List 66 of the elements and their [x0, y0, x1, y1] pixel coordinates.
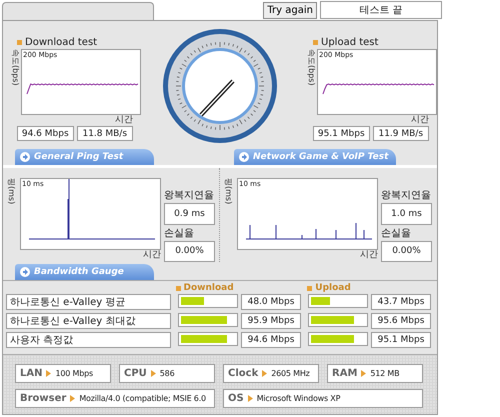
axis-label: 속도(bps) — [11, 49, 21, 88]
status-field: 테스트 끝 — [320, 1, 442, 19]
tab-label: Network Game & VoIP Test — [253, 152, 388, 162]
triangle-icon — [70, 395, 76, 402]
info-label: CPU — [124, 368, 147, 379]
info-label: OS — [228, 393, 244, 404]
column-header: Download — [184, 283, 234, 293]
info-value: 2605 MHz — [271, 369, 310, 378]
section-tab[interactable]: Bandwidth Gauge — [15, 264, 154, 280]
axis-label: 속도(bps) — [307, 49, 317, 88]
info-label: LAN — [20, 368, 42, 379]
bullet-icon — [307, 286, 312, 290]
latency-value: 0.9 ms — [164, 203, 215, 224]
info-value: 586 — [160, 369, 174, 378]
loss-value: 0.00% — [381, 240, 432, 262]
rate-value: 95.1 Mbps — [313, 126, 370, 141]
latency-label: 왕복지연율 — [381, 189, 432, 202]
bandwidth-value: 94.6 Mbps — [241, 332, 301, 348]
latency-value: 1.0 ms — [381, 203, 432, 224]
bandwidth-value: 95.6 Mbps — [371, 313, 431, 329]
bullet-icon — [313, 40, 318, 45]
try-again-button[interactable]: Try again — [263, 2, 317, 19]
row-label: 사용자 측정값 — [6, 332, 171, 348]
bandwidth-value: 95.1 Mbps — [371, 332, 431, 348]
info-label: RAM — [332, 368, 358, 379]
axis-label: 시간 — [411, 115, 429, 126]
column-header: Upload — [315, 283, 351, 293]
tab-label: General Ping Test — [34, 152, 124, 162]
chart-title: Upload test — [321, 37, 378, 48]
arrow-icon — [20, 267, 30, 277]
axis-label: 시간 — [360, 250, 378, 261]
triangle-icon — [248, 395, 253, 402]
info-value: 100 Mbps — [55, 369, 93, 378]
loss-value: 0.00% — [164, 240, 215, 262]
chart-title: Download test — [25, 37, 98, 48]
bandwidth-value: 48.0 Mbps — [241, 294, 301, 310]
triangle-icon — [150, 370, 156, 377]
bytes-value: 11.8 MB/s — [76, 126, 133, 141]
triangle-icon — [361, 370, 366, 377]
bullet-icon — [176, 286, 181, 290]
row-label: 하나로통신 e-Valley 최대값 — [6, 313, 171, 329]
tab-label: Bandwidth Gauge — [34, 267, 124, 277]
info-label: Clock — [228, 368, 258, 379]
axis-label: 시간 — [115, 115, 133, 126]
rate-value: 94.6 Mbps — [17, 126, 74, 141]
latency-label: 왕복지연율 — [164, 189, 215, 202]
triangle-icon — [46, 370, 52, 377]
info-value: 512 MB — [370, 369, 400, 378]
bullet-icon — [17, 40, 22, 45]
triangle-icon — [262, 370, 268, 377]
arrow-icon — [239, 152, 249, 162]
section-tab[interactable]: General Ping Test — [15, 149, 154, 165]
bandwidth-value: 43.7 Mbps — [371, 294, 431, 310]
axis-label: 핑(ms) — [224, 178, 234, 206]
row-label: 하나로통신 e-Valley 평균 — [6, 294, 171, 310]
bandwidth-value: 95.9 Mbps — [241, 313, 301, 329]
loss-label: 손실율 — [164, 226, 195, 240]
bytes-value: 11.9 MB/s — [372, 126, 429, 141]
axis-label: 핑(ms) — [7, 178, 17, 206]
info-value: Mozilla/4.0 (compatible; MSIE 6.0 — [79, 394, 206, 403]
info-value: Microsoft Windows XP — [256, 394, 340, 403]
axis-label: 시간 — [143, 250, 161, 261]
info-label: Browser — [20, 393, 66, 404]
section-tab[interactable]: Network Game & VoIP Test — [234, 149, 396, 165]
loss-label: 손실율 — [381, 226, 412, 240]
arrow-icon — [20, 152, 30, 162]
